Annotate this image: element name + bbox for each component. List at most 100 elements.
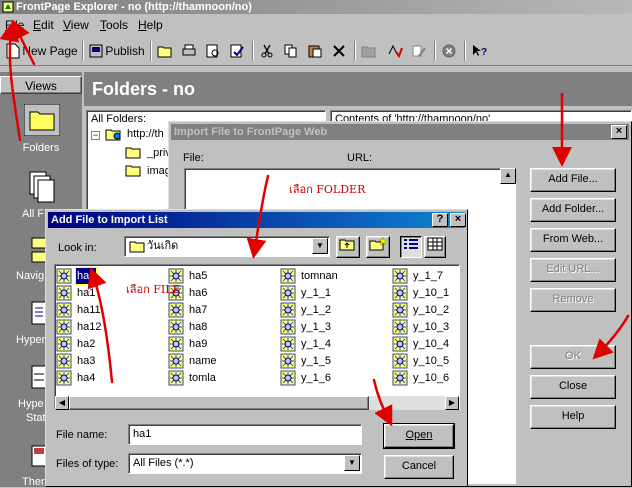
file-name: y_1_7 bbox=[413, 270, 443, 282]
file-name: y_10_3 bbox=[413, 321, 450, 333]
file-icon bbox=[280, 336, 296, 352]
details-view-icon bbox=[427, 237, 443, 251]
stop-button[interactable] bbox=[438, 40, 460, 62]
edit-url-button[interactable]: Edit URL... bbox=[530, 258, 616, 282]
new-page-button[interactable]: New Page bbox=[6, 40, 78, 62]
views-header: Views bbox=[0, 76, 82, 94]
close-button[interactable]: Close bbox=[530, 375, 616, 399]
files-of-type-dropdown-icon[interactable]: ▼ bbox=[344, 455, 360, 471]
annotation-choose-folder: เลือก FOLDER bbox=[289, 183, 366, 196]
file-name: y_1_4 bbox=[301, 338, 331, 350]
add-dialog-title-bar: Add File to Import List bbox=[48, 212, 465, 228]
file-name: y_10_4 bbox=[413, 338, 450, 350]
app-title-bar: FrontPage Explorer - no (http://thamnoon… bbox=[0, 0, 632, 14]
list-view-button[interactable] bbox=[400, 236, 422, 258]
all-files-view-icon[interactable] bbox=[28, 170, 56, 204]
view-label-folders[interactable]: Folders bbox=[0, 142, 82, 154]
tree-collapse-toggle[interactable]: − bbox=[91, 131, 100, 140]
file-name: ha8 bbox=[189, 321, 208, 333]
file-name: ha7 bbox=[189, 304, 208, 316]
details-view-button[interactable] bbox=[424, 236, 446, 258]
file-icon bbox=[168, 336, 184, 352]
add-dialog-help-button[interactable]: ? bbox=[432, 213, 448, 227]
help-button[interactable]: Help bbox=[530, 405, 616, 429]
add-dialog-title: Add File to Import List bbox=[51, 214, 168, 226]
delete-button[interactable] bbox=[328, 40, 350, 62]
file-name: tomnan bbox=[301, 270, 338, 282]
copy-button[interactable] bbox=[280, 40, 302, 62]
scroll-right-icon[interactable]: ▶ bbox=[445, 396, 459, 410]
new-page-label: New Page bbox=[22, 44, 78, 58]
file-name: ha1 bbox=[74, 267, 98, 285]
toolbar: New Page Publish ? bbox=[0, 36, 632, 66]
file-icon bbox=[56, 370, 72, 386]
verify-button[interactable] bbox=[226, 40, 248, 62]
spelling-button[interactable] bbox=[384, 40, 406, 62]
from-web-button[interactable]: From Web... bbox=[530, 228, 616, 252]
publish-button[interactable]: Publish bbox=[88, 40, 146, 62]
file-list-hscrollbar[interactable]: ◀ ▶ bbox=[55, 396, 459, 410]
open-button[interactable]: Open bbox=[383, 423, 455, 449]
print-preview-button[interactable] bbox=[202, 40, 224, 62]
add-dialog-close-button[interactable]: × bbox=[450, 213, 466, 227]
menu-file[interactable]: File bbox=[5, 18, 24, 32]
file-icon bbox=[392, 302, 408, 318]
remove-button[interactable]: Remove bbox=[530, 288, 616, 312]
file-icon bbox=[56, 319, 72, 335]
edit-tools-button[interactable] bbox=[408, 40, 430, 62]
cut-button[interactable] bbox=[256, 40, 278, 62]
help-pointer-button[interactable]: ? bbox=[468, 40, 490, 62]
file-name: y_10_5 bbox=[413, 355, 450, 367]
tree-root-label[interactable]: http://th bbox=[127, 128, 164, 140]
import-list-scroll-up[interactable]: ▲ bbox=[500, 168, 516, 184]
look-in-label: Look in: bbox=[58, 242, 97, 254]
file-icon bbox=[280, 353, 296, 369]
menu-tools[interactable]: Tools bbox=[100, 18, 128, 32]
file-name: ha1 bbox=[77, 287, 96, 299]
publish-icon bbox=[89, 44, 103, 58]
file-name: ha5 bbox=[189, 270, 208, 282]
open-folder-button[interactable] bbox=[154, 40, 176, 62]
frontpage-icon bbox=[2, 1, 14, 13]
ok-button[interactable]: OK bbox=[530, 345, 616, 369]
up-one-level-button[interactable] bbox=[336, 236, 360, 258]
folders-view-button[interactable] bbox=[23, 103, 61, 137]
file-name: y_1_1 bbox=[301, 287, 331, 299]
file-name: y_1_5 bbox=[301, 355, 331, 367]
file-name: ha3 bbox=[77, 355, 96, 367]
add-file-button[interactable]: Add File... bbox=[530, 168, 616, 192]
print-button[interactable] bbox=[178, 40, 200, 62]
file-icon bbox=[280, 285, 296, 301]
file-icon bbox=[168, 302, 184, 318]
list-view-icon bbox=[404, 239, 418, 249]
menu-view[interactable]: View bbox=[63, 18, 89, 32]
scroll-thumb[interactable] bbox=[69, 396, 369, 410]
create-new-folder-button[interactable] bbox=[366, 236, 390, 258]
stop-icon bbox=[442, 44, 456, 58]
file-icon bbox=[392, 268, 408, 284]
look-in-combo[interactable]: วันเกิด ▼ bbox=[124, 236, 330, 257]
printer-icon bbox=[182, 44, 196, 56]
cancel-button[interactable]: Cancel bbox=[384, 455, 454, 479]
import-dialog-close-button[interactable]: × bbox=[611, 125, 627, 139]
help-arrow-icon: ? bbox=[473, 45, 487, 58]
add-folder-button[interactable]: Add Folder... bbox=[530, 198, 616, 222]
files-of-type-combo[interactable]: All Files (*.*) ▼ bbox=[128, 453, 362, 474]
delete-x-icon bbox=[333, 45, 345, 57]
file-icon bbox=[56, 302, 72, 318]
folder-icon bbox=[125, 165, 141, 177]
annotation-choose-file: เลือก FILE bbox=[126, 283, 181, 296]
file-icon bbox=[280, 370, 296, 386]
folder-disabled-button[interactable] bbox=[358, 40, 380, 62]
paste-button[interactable] bbox=[304, 40, 326, 62]
look-in-dropdown-icon[interactable]: ▼ bbox=[312, 238, 328, 254]
menu-edit[interactable]: Edit bbox=[33, 18, 54, 32]
menu-help[interactable]: Help bbox=[138, 18, 163, 32]
file-icon bbox=[392, 319, 408, 335]
scroll-left-icon[interactable]: ◀ bbox=[55, 396, 69, 410]
file-name: ha4 bbox=[77, 372, 96, 384]
file-name-input[interactable]: ha1 bbox=[128, 424, 362, 445]
file-icon bbox=[280, 302, 296, 318]
file-icon bbox=[280, 268, 296, 284]
file-name: y_10_2 bbox=[413, 304, 450, 316]
